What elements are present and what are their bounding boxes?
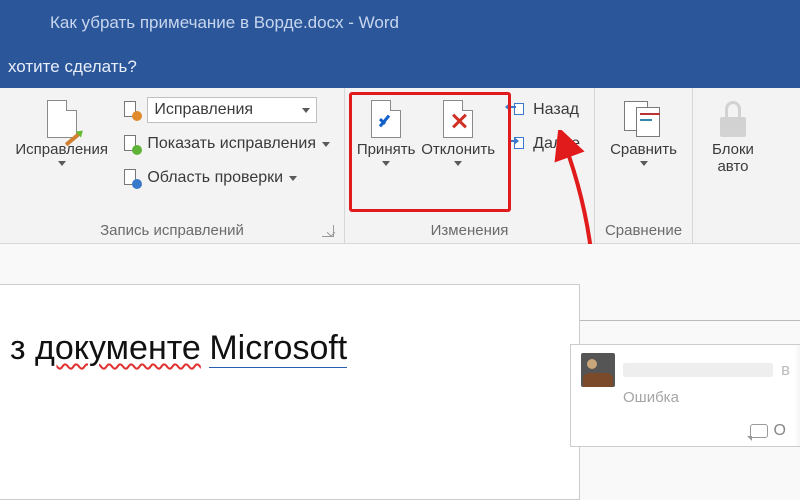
comment-suffix: в — [781, 360, 790, 380]
document-page[interactable]: з документе Microsoft — [0, 284, 580, 500]
tell-me-text: хотите сделать? — [8, 57, 137, 77]
lock-icon — [716, 101, 750, 137]
track-changes-icon — [47, 100, 77, 138]
group-label-protect — [701, 237, 765, 239]
next-label: Далее — [533, 135, 580, 153]
accept-label: Принять — [357, 142, 416, 159]
comment-status: Ошибка — [623, 389, 790, 406]
group-compare: Сравнить Сравнение — [595, 88, 693, 243]
reviewing-pane-label: Область проверки — [147, 169, 283, 187]
document-area: з документе Microsoft в Ошибка О — [0, 244, 800, 500]
display-combo-value: Исправления — [154, 101, 253, 119]
dropdown-caret-icon — [302, 108, 310, 113]
previous-icon — [510, 103, 524, 117]
tell-me-bar[interactable]: хотите сделать? — [0, 46, 800, 88]
dropdown-caret-icon — [382, 161, 390, 166]
group-protect: Блокиавто — [693, 88, 773, 243]
display-icon — [122, 101, 140, 119]
track-changes-label: Исправления — [15, 142, 108, 159]
group-label-tracking: Запись исправлений — [8, 220, 336, 239]
group-changes: Принять Отклонить Назад Далее Изменения — [345, 88, 595, 243]
block-authors-label-1: Блоки — [712, 141, 754, 158]
dropdown-caret-icon — [454, 161, 462, 166]
avatar — [581, 353, 615, 387]
previous-change-button[interactable]: Назад — [501, 94, 586, 126]
dropdown-caret-icon — [640, 161, 648, 166]
title-bar: Как убрать примечание в Ворде.docx - Wor… — [0, 0, 800, 46]
comment-author — [623, 363, 773, 377]
dropdown-caret-icon — [322, 142, 330, 147]
group-label-compare: Сравнение — [603, 220, 684, 239]
reviewing-pane-button[interactable]: Область проверки — [115, 162, 336, 194]
reject-label: Отклонить — [421, 142, 495, 159]
block-authors-label-2: авто — [717, 158, 748, 175]
group-tracking: Исправления Исправления Показать исправл… — [0, 88, 345, 243]
compare-label: Сравнить — [610, 142, 677, 159]
reply-label: О — [774, 422, 786, 440]
comment-reply-button[interactable]: О — [581, 422, 790, 440]
block-authors-button[interactable]: Блокиавто — [701, 94, 765, 179]
dialog-launcher-icon[interactable] — [322, 225, 334, 237]
previous-label: Назад — [533, 101, 579, 119]
show-markup-label: Показать исправления — [147, 135, 316, 153]
reviewing-pane-icon — [122, 169, 140, 187]
track-changes-button[interactable]: Исправления — [8, 94, 115, 170]
compare-icon — [624, 101, 664, 137]
reply-icon — [750, 424, 768, 438]
document-text: з документе Microsoft — [10, 330, 347, 367]
window-title: Как убрать примечание в Ворде.docx - Wor… — [50, 13, 399, 33]
dropdown-caret-icon — [289, 176, 297, 181]
compare-button[interactable]: Сравнить — [605, 94, 683, 170]
show-markup-button[interactable]: Показать исправления — [115, 128, 336, 160]
show-markup-icon — [122, 135, 140, 153]
group-label-changes: Изменения — [353, 220, 586, 239]
accept-button[interactable]: Принять — [353, 94, 419, 170]
ribbon: Исправления Исправления Показать исправл… — [0, 88, 800, 244]
dropdown-caret-icon — [58, 161, 66, 166]
display-for-review-combo[interactable]: Исправления — [115, 94, 336, 126]
next-change-button[interactable]: Далее — [501, 128, 586, 160]
comment-balloon[interactable]: в Ошибка О — [570, 344, 800, 447]
reject-button[interactable]: Отклонить — [419, 94, 497, 170]
next-icon — [510, 137, 524, 151]
reject-icon — [443, 100, 473, 138]
accept-icon — [371, 100, 401, 138]
